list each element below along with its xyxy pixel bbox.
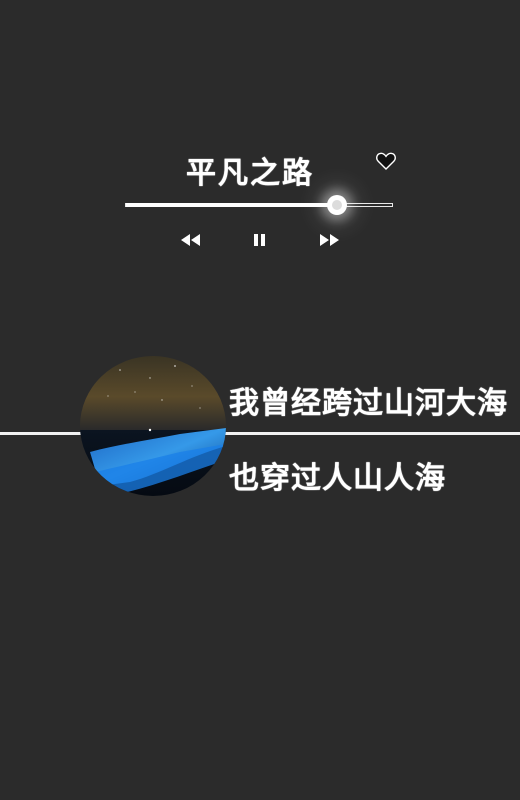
progress-thumb[interactable] xyxy=(326,195,347,215)
lyric-line-2: 也穿过人山人海 xyxy=(229,461,446,496)
fast-forward-icon xyxy=(320,234,339,246)
album-art xyxy=(80,356,226,496)
forward-button[interactable] xyxy=(318,232,342,248)
lyric-line-1: 我曾经跨过山河大海 xyxy=(229,386,508,421)
progress-fill xyxy=(126,203,338,207)
pause-icon xyxy=(254,234,265,246)
progress-bar[interactable] xyxy=(125,203,393,207)
heart-icon[interactable] xyxy=(376,152,396,170)
pause-button[interactable] xyxy=(252,232,268,248)
lyric-divider xyxy=(0,432,520,435)
music-player: 平凡之路 xyxy=(0,0,520,270)
song-title: 平凡之路 xyxy=(186,156,314,191)
rewind-button[interactable] xyxy=(178,232,202,248)
rewind-icon xyxy=(181,234,200,246)
